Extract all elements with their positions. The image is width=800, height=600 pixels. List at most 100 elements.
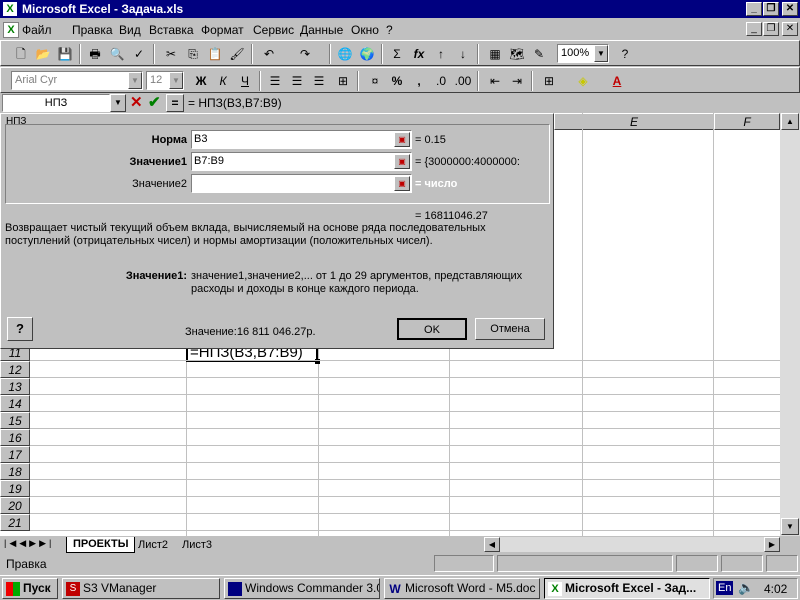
redo-icon[interactable]: ↷ (295, 44, 315, 64)
print-preview-icon[interactable]: 🔍 (107, 44, 127, 64)
speaker-icon[interactable]: 🔈 (738, 580, 754, 596)
zoom-combo[interactable]: 100% ▼ (557, 44, 609, 63)
borders-icon[interactable]: ⊞ (539, 71, 559, 91)
task-windows-commander[interactable]: Windows Commander 3.0... (224, 578, 380, 599)
row-header[interactable]: 19 (0, 480, 30, 497)
cancel-button[interactable]: Отмена (475, 318, 545, 340)
minimize-button[interactable]: _ (746, 2, 762, 16)
undo-icon[interactable]: ↶ (259, 44, 279, 64)
sheet-tab-2[interactable]: Лист2 (134, 538, 172, 552)
paste-icon[interactable]: 📋 (205, 44, 225, 64)
norma-input[interactable]: B3 ▣ (191, 130, 412, 149)
menu-help[interactable]: ? (386, 23, 393, 37)
task-microsoft-excel[interactable]: X Microsoft Excel - Зад... (544, 578, 710, 599)
language-indicator[interactable]: En (716, 581, 734, 595)
align-left-icon[interactable]: ☰ (265, 71, 285, 91)
row-header[interactable]: 17 (0, 446, 30, 463)
vertical-scrollbar[interactable]: ▲ ▼ (780, 113, 800, 536)
row-header[interactable]: 21 (0, 514, 30, 531)
chevron-down-icon[interactable]: ▼ (128, 72, 142, 89)
doc-restore-button[interactable]: ❐ (763, 22, 779, 36)
task-s3-vmanager[interactable]: S S3 VManager (62, 578, 220, 599)
doc-close-button[interactable]: ✕ (782, 22, 798, 36)
decrease-decimal-icon[interactable]: .00 (453, 71, 473, 91)
font-size-combo[interactable]: 12 ▼ (146, 71, 184, 90)
bold-button[interactable]: Ж (191, 71, 211, 91)
restore-button[interactable]: ❐ (763, 2, 779, 16)
comma-icon[interactable]: , (409, 71, 429, 91)
copy-icon[interactable]: ⎘ (183, 44, 203, 64)
align-center-icon[interactable]: ☰ (287, 71, 307, 91)
help-icon[interactable]: ? (7, 317, 33, 341)
cut-icon[interactable]: ✂ (161, 44, 181, 64)
sort-ascending-icon[interactable]: ↑ (431, 44, 451, 64)
chevron-down-icon[interactable]: ▼ (169, 72, 183, 89)
menu-insert[interactable]: Вставка (149, 23, 194, 37)
collapse-dialog-icon[interactable]: ▣ (394, 154, 410, 169)
enter-edit-icon[interactable]: ✔ (148, 93, 161, 111)
row-header[interactable]: 20 (0, 497, 30, 514)
sheet-tab-projects[interactable]: ПРОЕКТЫ (66, 537, 136, 553)
edit-formula-button[interactable]: = (166, 94, 184, 112)
close-button[interactable]: ✕ (782, 2, 798, 16)
spelling-icon[interactable]: ✓ (129, 44, 149, 64)
column-header-e[interactable]: E (554, 113, 714, 130)
decrease-indent-icon[interactable]: ⇤ (485, 71, 505, 91)
formula-text[interactable]: = НПЗ(B3,B7:B9) (188, 96, 282, 110)
currency-icon[interactable]: ¤ (365, 71, 385, 91)
collapse-dialog-icon[interactable]: ▣ (394, 132, 410, 147)
office-assistant-icon[interactable]: ? (615, 44, 635, 64)
autosum-icon[interactable]: Σ (387, 44, 407, 64)
row-header[interactable]: 13 (0, 378, 30, 395)
underline-button[interactable]: Ч (235, 71, 255, 91)
merge-center-icon[interactable]: ⊞ (333, 71, 353, 91)
sheet-tab-3[interactable]: Лист3 (178, 538, 216, 552)
menu-view[interactable]: Вид (119, 23, 141, 37)
start-button[interactable]: Пуск (2, 578, 58, 599)
new-icon[interactable]: 🗋 (11, 44, 31, 64)
percent-icon[interactable]: % (387, 71, 407, 91)
menu-file[interactable]: Файл (22, 23, 52, 37)
increase-indent-icon[interactable]: ⇥ (507, 71, 527, 91)
sort-descending-icon[interactable]: ↓ (453, 44, 473, 64)
collapse-dialog-icon[interactable]: ▣ (394, 176, 410, 191)
excel-app-icon[interactable]: X (3, 2, 17, 16)
drawing-icon[interactable]: ✎ (529, 44, 549, 64)
scroll-up-icon[interactable]: ▲ (781, 113, 799, 130)
save-icon[interactable]: 💾 (55, 44, 75, 64)
increase-decimal-icon[interactable]: .0 (431, 71, 451, 91)
align-right-icon[interactable]: ☰ (309, 71, 329, 91)
horizontal-scrollbar[interactable]: ◀ ▶ (484, 537, 780, 552)
column-header-f[interactable]: F (714, 113, 780, 130)
value1-input[interactable]: B7:B9 ▣ (191, 152, 412, 171)
row-header[interactable]: 14 (0, 395, 30, 412)
ok-button[interactable]: OK (397, 318, 467, 340)
cancel-edit-icon[interactable]: ✕ (130, 93, 143, 111)
web-icon[interactable]: 🌐 (335, 44, 355, 64)
menu-edit[interactable]: Правка (72, 23, 113, 37)
chevron-down-icon[interactable]: ▼ (110, 94, 126, 112)
row-header[interactable]: 16 (0, 429, 30, 446)
value2-input[interactable]: ▣ (191, 174, 412, 193)
menu-tools[interactable]: Сервис (253, 23, 294, 37)
menu-format[interactable]: Формат (201, 23, 244, 37)
scroll-left-icon[interactable]: ◀ (484, 537, 500, 552)
scroll-down-icon[interactable]: ▼ (781, 518, 799, 535)
web-toolbar-icon[interactable]: 🌍 (357, 44, 377, 64)
italic-button[interactable]: К (213, 71, 233, 91)
font-color-icon[interactable]: A (607, 71, 627, 91)
document-icon[interactable]: X (3, 22, 19, 38)
name-box[interactable]: НПЗ (2, 94, 110, 112)
row-header[interactable]: 18 (0, 463, 30, 480)
row-header[interactable]: 15 (0, 412, 30, 429)
menu-data[interactable]: Данные (300, 23, 343, 37)
map-icon[interactable]: 🗺 (507, 44, 527, 64)
fill-color-icon[interactable]: ◈ (573, 71, 593, 91)
font-combo[interactable]: Arial Cyr ▼ (11, 71, 143, 90)
task-microsoft-word[interactable]: W Microsoft Word - M5.doc (384, 578, 540, 599)
open-icon[interactable]: 📂 (33, 44, 53, 64)
format-painter-icon[interactable]: 🖌 (227, 44, 247, 64)
print-icon[interactable]: 🖶 (85, 44, 105, 64)
chevron-down-icon[interactable]: ▼ (594, 45, 608, 62)
menu-window[interactable]: Окно (351, 23, 379, 37)
